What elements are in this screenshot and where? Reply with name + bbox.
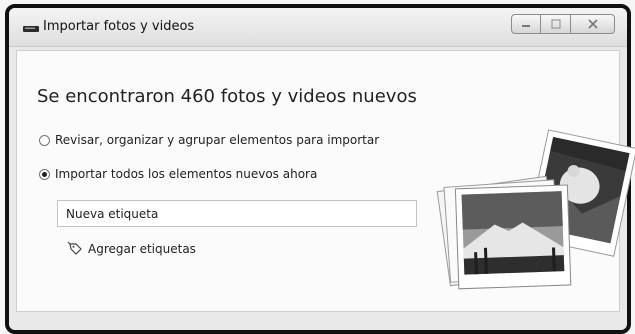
photos-illustration-icon (436, 129, 635, 290)
add-tags-link[interactable]: Agregar etiquetas (67, 241, 196, 257)
option-import-all-radio[interactable] (39, 168, 50, 180)
option-import-all[interactable]: Importar todos los elementos nuevos ahor… (39, 167, 317, 181)
window-controls (511, 14, 615, 34)
window-title: Importar fotos y videos (43, 19, 195, 34)
results-headline: Se encontraron 460 fotos y videos nuevos (37, 86, 417, 107)
tag-input[interactable] (57, 200, 417, 227)
option-review[interactable]: Revisar, organizar y agrupar elementos p… (39, 133, 379, 147)
close-icon (587, 19, 598, 29)
option-review-radio[interactable] (39, 134, 50, 146)
tag-icon (67, 241, 82, 255)
window-frame: Importar fotos y videos Se encontraron 4… (5, 4, 635, 334)
option-review-label[interactable]: Revisar, organizar y agrupar elementos p… (55, 133, 379, 147)
maximize-button[interactable] (541, 14, 571, 34)
drive-icon (23, 26, 39, 32)
minimize-button[interactable] (511, 14, 541, 34)
option-import-all-label[interactable]: Importar todos los elementos nuevos ahor… (55, 167, 317, 181)
dialog-content: Se encontraron 460 fotos y videos nuevos… (16, 50, 635, 312)
add-tags-label[interactable]: Agregar etiquetas (88, 242, 196, 256)
maximize-icon (550, 19, 561, 29)
minimize-icon (522, 25, 530, 27)
close-button[interactable] (571, 14, 615, 34)
title-bar[interactable]: Importar fotos y videos (9, 8, 627, 47)
